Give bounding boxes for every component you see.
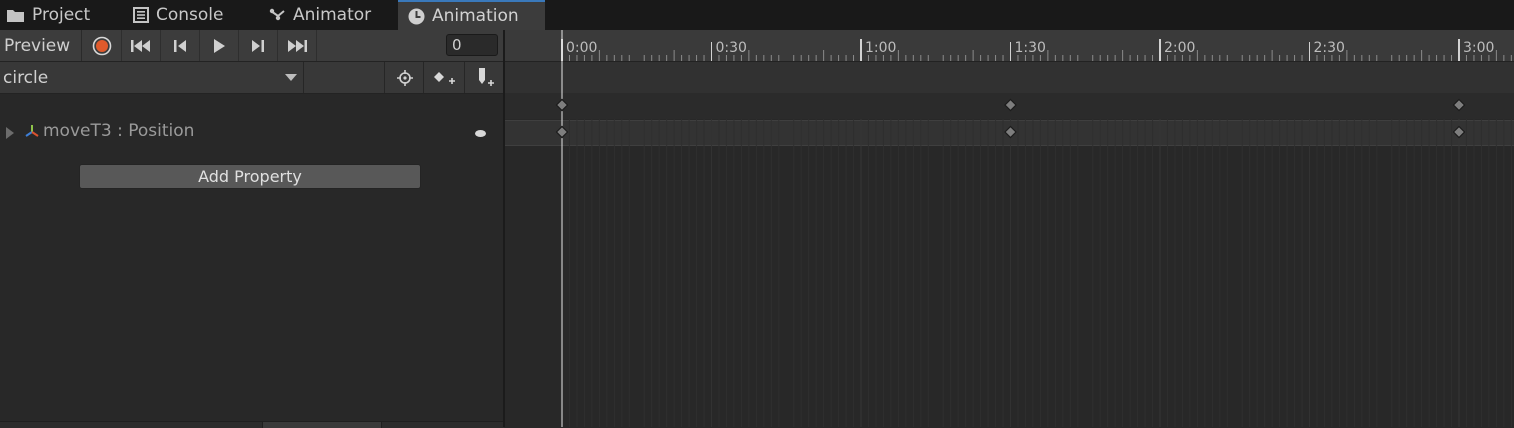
tab-project[interactable]: Project <box>6 0 90 30</box>
dopesheet-mode-tab[interactable] <box>262 422 381 428</box>
tab-console[interactable]: Console <box>133 0 224 30</box>
record-icon <box>92 36 112 55</box>
transform-axis-icon <box>25 125 39 137</box>
play-button[interactable] <box>200 30 239 61</box>
preview-toggle[interactable]: Preview <box>0 30 82 61</box>
tab-animator[interactable]: Animator <box>269 0 371 30</box>
window-tab-bar: Project Console Animator Animation <box>0 0 1514 30</box>
animator-icon <box>269 8 285 21</box>
first-key-button[interactable] <box>122 30 161 61</box>
filter-by-selection-button[interactable] <box>384 62 424 93</box>
add-event-icon <box>478 67 494 86</box>
chevron-down-icon <box>285 74 297 81</box>
clip-name: circle <box>3 67 49 88</box>
dopesheet-timeline[interactable]: 0:00 0:30 1:00 1:30 2:00 2:30 3:00 <box>505 30 1514 427</box>
playback-toolbar: Preview <box>0 30 504 62</box>
tab-project-label: Project <box>32 5 91 25</box>
console-icon <box>133 7 149 23</box>
last-key-icon <box>288 39 307 52</box>
play-icon <box>214 38 225 53</box>
clock-icon <box>408 8 425 24</box>
keyframe-toggle-dot[interactable] <box>475 130 486 137</box>
tab-animation[interactable]: Animation <box>398 0 545 30</box>
summary-keyframe-row[interactable] <box>505 93 1514 119</box>
record-button[interactable] <box>83 30 122 61</box>
previous-key-icon <box>174 39 186 52</box>
tab-animation-label: Animation <box>432 6 519 26</box>
expand-triangle-icon[interactable] <box>6 127 14 139</box>
previous-key-button[interactable] <box>161 30 200 61</box>
event-row[interactable] <box>505 62 1514 94</box>
tab-console-label: Console <box>156 5 224 25</box>
add-property-button[interactable]: Add Property <box>79 164 421 189</box>
folder-icon <box>7 9 24 22</box>
add-keyframe-icon <box>433 71 455 84</box>
property-keyframe-track[interactable] <box>505 120 1514 146</box>
clip-row: circle <box>0 62 504 94</box>
filter-by-selection-icon <box>396 69 413 86</box>
add-property-label: Add Property <box>198 167 302 186</box>
frame-number-field[interactable] <box>446 34 498 56</box>
time-ruler[interactable] <box>505 30 1514 62</box>
first-key-icon <box>131 39 150 52</box>
next-key-icon <box>252 39 264 52</box>
next-key-button[interactable] <box>239 30 278 61</box>
clip-dropdown[interactable]: circle <box>0 62 304 93</box>
property-row[interactable]: moveT3 : Position <box>0 118 504 146</box>
preview-label: Preview <box>4 35 71 56</box>
add-event-button[interactable] <box>464 62 504 93</box>
property-label: moveT3 : Position <box>43 121 195 141</box>
add-keyframe-button[interactable] <box>423 62 463 93</box>
tab-animator-label: Animator <box>293 5 372 25</box>
last-key-button[interactable] <box>278 30 317 61</box>
curves-mode-tab[interactable] <box>381 422 505 428</box>
animation-hierarchy-panel: Preview circle <box>0 30 505 428</box>
